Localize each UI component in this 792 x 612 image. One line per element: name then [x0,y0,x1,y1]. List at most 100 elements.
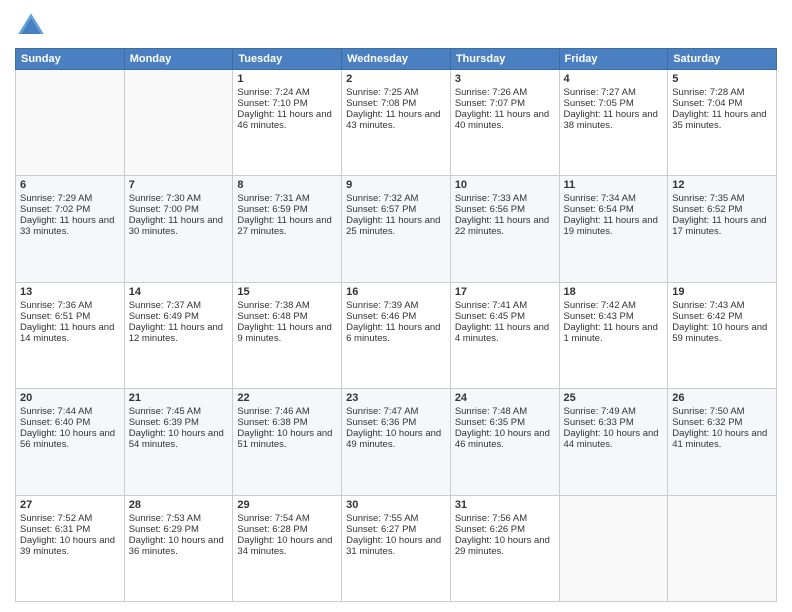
day-info: Sunrise: 7:49 AM [564,406,664,417]
calendar-cell: 11Sunrise: 7:34 AMSunset: 6:54 PMDayligh… [559,176,668,282]
calendar-cell: 20Sunrise: 7:44 AMSunset: 6:40 PMDayligh… [16,389,125,495]
calendar-cell: 17Sunrise: 7:41 AMSunset: 6:45 PMDayligh… [450,282,559,388]
calendar-cell: 10 Sunrise: 7:33 AMSunset: 6:56 PMDayligh… [450,176,559,282]
day-info: Sunset: 6:54 PM [564,204,664,215]
day-info: Daylight: 11 hours and 9 minutes. [237,322,337,344]
day-info: Daylight: 11 hours and 38 minutes. [564,109,664,131]
day-info: Daylight: 11 hours and 27 minutes. [237,215,337,237]
day-info: Daylight: 11 hours and 4 minutes. [455,322,555,344]
day-info: Daylight: 11 hours and 19 minutes. [564,215,664,237]
calendar-week-row: 1Sunrise: 7:24 AMSunset: 7:10 PMDaylight… [16,70,777,176]
calendar-cell: 1Sunrise: 7:24 AMSunset: 7:10 PMDaylight… [233,70,342,176]
day-info: Sunset: 6:48 PM [237,311,337,322]
day-info: Sunset: 6:28 PM [237,524,337,535]
day-number: 30 [346,499,446,511]
day-info: Sunset: 7:07 PM [455,98,555,109]
calendar-week-row: 6Sunrise: 7:29 AMSunset: 7:02 PMDaylight… [16,176,777,282]
day-number: 24 [455,392,555,404]
day-info: Daylight: 10 hours and 59 minutes. [672,322,772,344]
day-info: Sunset: 6:52 PM [672,204,772,215]
day-info: Daylight: 11 hours and 25 minutes. [346,215,446,237]
day-info: Sunrise: 7:55 AM [346,513,446,524]
calendar-table: SundayMondayTuesdayWednesdayThursdayFrid… [15,48,777,602]
day-info: Sunset: 7:02 PM [20,204,120,215]
day-info: Daylight: 10 hours and 29 minutes. [455,535,555,557]
day-info: Sunset: 7:08 PM [346,98,446,109]
day-info: Sunset: 6:29 PM [129,524,229,535]
weekday-header: Tuesday [233,49,342,70]
calendar-body: 1Sunrise: 7:24 AMSunset: 7:10 PMDaylight… [16,70,777,602]
day-info: Sunset: 7:00 PM [129,204,229,215]
calendar-cell: 27 Sunrise: 7:52 AMSunset: 6:31 PMDayligh… [16,495,125,601]
day-info: Sunrise: 7:37 AM [129,300,229,311]
day-info: Sunrise: 7:25 AM [346,87,446,98]
calendar-cell: 21Sunrise: 7:45 AMSunset: 6:39 PMDayligh… [124,389,233,495]
calendar-header: SundayMondayTuesdayWednesdayThursdayFrid… [16,49,777,70]
day-number: 6 [20,179,120,191]
day-info: Sunset: 6:31 PM [20,524,120,535]
day-info: Daylight: 10 hours and 49 minutes. [346,428,446,450]
calendar-cell [559,495,668,601]
day-info: Sunset: 6:33 PM [564,417,664,428]
day-number: 23 [346,392,446,404]
day-info: Sunset: 7:04 PM [672,98,772,109]
day-info: Sunrise: 7:46 AM [237,406,337,417]
calendar-cell: 26Sunrise: 7:50 AMSunset: 6:32 PMDayligh… [668,389,777,495]
day-number: 8 [237,179,337,191]
day-number: 17 [455,286,555,298]
day-number: 27 [20,499,120,511]
day-info: Sunset: 6:26 PM [455,524,555,535]
day-info: Sunrise: 7:45 AM [129,406,229,417]
weekday-row: SundayMondayTuesdayWednesdayThursdayFrid… [16,49,777,70]
day-info: Sunset: 6:42 PM [672,311,772,322]
day-number: 7 [129,179,229,191]
day-info: Daylight: 11 hours and 22 minutes. [455,215,555,237]
day-number: 3 [455,73,555,85]
day-info: Sunrise: 7:56 AM [455,513,555,524]
day-info: Sunrise: 7:50 AM [672,406,772,417]
day-info: Daylight: 10 hours and 36 minutes. [129,535,229,557]
day-number: 12 [672,179,772,191]
day-info: Daylight: 10 hours and 39 minutes. [20,535,120,557]
day-info: Sunrise: 7:30 AM [129,193,229,204]
calendar-cell: 29Sunrise: 7:54 AMSunset: 6:28 PMDayligh… [233,495,342,601]
day-info: Daylight: 10 hours and 34 minutes. [237,535,337,557]
day-info: Sunrise: 7:43 AM [672,300,772,311]
weekday-header: Friday [559,49,668,70]
day-number: 11 [564,179,664,191]
day-number: 10 [455,179,555,191]
day-info: Daylight: 10 hours and 44 minutes. [564,428,664,450]
day-info: Sunrise: 7:47 AM [346,406,446,417]
day-number: 4 [564,73,664,85]
day-info: Sunset: 6:56 PM [455,204,555,215]
day-info: Daylight: 11 hours and 6 minutes. [346,322,446,344]
day-number: 28 [129,499,229,511]
day-number: 26 [672,392,772,404]
day-info: Sunset: 6:40 PM [20,417,120,428]
calendar-cell: 16Sunrise: 7:39 AMSunset: 6:46 PMDayligh… [342,282,451,388]
day-info: Sunset: 6:46 PM [346,311,446,322]
calendar-cell: 28 Sunrise: 7:53 AMSunset: 6:29 PMDayligh… [124,495,233,601]
weekday-header: Sunday [16,49,125,70]
calendar-cell: 4Sunrise: 7:27 AMSunset: 7:05 PMDaylight… [559,70,668,176]
day-info: Sunrise: 7:33 AM [455,193,555,204]
calendar-cell: 24Sunrise: 7:48 AMSunset: 6:35 PMDayligh… [450,389,559,495]
day-info: Sunrise: 7:26 AM [455,87,555,98]
calendar-cell: 18Sunrise: 7:42 AMSunset: 6:43 PMDayligh… [559,282,668,388]
weekday-header: Thursday [450,49,559,70]
calendar-cell: 13Sunrise: 7:36 AMSunset: 6:51 PMDayligh… [16,282,125,388]
day-info: Daylight: 11 hours and 33 minutes. [20,215,120,237]
day-info: Sunrise: 7:42 AM [564,300,664,311]
calendar-cell: 5Sunrise: 7:28 AMSunset: 7:04 PMDaylight… [668,70,777,176]
day-info: Daylight: 10 hours and 46 minutes. [455,428,555,450]
calendar-cell: 31Sunrise: 7:56 AMSunset: 6:26 PMDayligh… [450,495,559,601]
calendar-cell: 14Sunrise: 7:37 AMSunset: 6:49 PMDayligh… [124,282,233,388]
day-info: Sunset: 6:39 PM [129,417,229,428]
day-info: Sunrise: 7:53 AM [129,513,229,524]
day-number: 25 [564,392,664,404]
weekday-header: Monday [124,49,233,70]
day-info: Sunrise: 7:41 AM [455,300,555,311]
day-info: Sunrise: 7:29 AM [20,193,120,204]
day-info: Sunrise: 7:52 AM [20,513,120,524]
day-info: Daylight: 11 hours and 14 minutes. [20,322,120,344]
